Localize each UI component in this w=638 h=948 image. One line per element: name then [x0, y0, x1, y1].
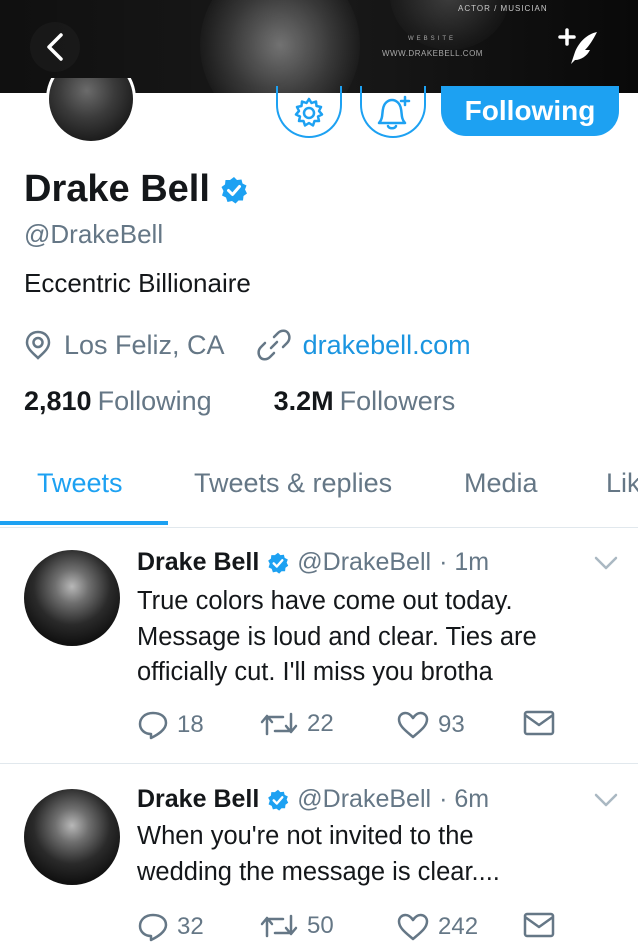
heart-icon [397, 711, 429, 739]
following-label: Following [97, 386, 212, 416]
tweet-text-line: Message is loud and clear. Ties are [137, 622, 537, 651]
tab-tweets-replies[interactable]: Tweets & replies [194, 468, 392, 499]
tweet-text-line: officially cut. I'll miss you brotha [137, 658, 493, 686]
location-pin-icon [25, 330, 51, 360]
reply-count: 18 [177, 711, 204, 738]
verified-badge-icon [268, 552, 289, 574]
tweet-author-name[interactable]: Drake Bell [137, 785, 259, 814]
tweet-timestamp: · 6m [439, 785, 490, 813]
reply-button[interactable]: 18 [137, 710, 204, 740]
tweet-avatar[interactable] [24, 550, 120, 646]
reply-icon [138, 711, 168, 740]
tweet-header: Drake Bell @DrakeBell · 1m [137, 548, 489, 577]
banner-site-label: WEBSITE [408, 36, 457, 42]
settings-button[interactable] [276, 86, 342, 138]
profile-bio: Eccentric Billionaire [24, 268, 251, 298]
reply-button[interactable]: 32 [137, 912, 204, 942]
chevron-down-icon[interactable] [594, 556, 618, 570]
like-button[interactable]: 242 [396, 912, 478, 942]
tweet-actions: 18 22 93 [137, 710, 617, 742]
retweet-icon [260, 712, 298, 736]
link-icon [256, 329, 291, 361]
tab-tweets[interactable]: Tweets [37, 468, 123, 499]
tweet-item[interactable]: Drake Bell @DrakeBell · 6m When you're n… [0, 765, 638, 948]
tweet-actions: 32 50 242 [137, 912, 617, 944]
tweet-text-line: True colors have come out today. [137, 587, 513, 615]
like-button[interactable]: 93 [396, 710, 465, 740]
banner-tagline: ACTOR / MUSICIAN [458, 4, 548, 13]
tweet-header: Drake Bell @DrakeBell · 6m [137, 785, 489, 814]
followers-label: Followers [339, 386, 456, 416]
verified-badge-icon [268, 789, 289, 811]
heart-icon [397, 913, 429, 941]
retweet-count: 50 [307, 912, 334, 939]
retweet-icon [260, 914, 298, 938]
envelope-icon [523, 912, 555, 938]
compose-tweet-button[interactable] [555, 22, 605, 72]
chevron-left-icon [47, 33, 63, 61]
tweet-author-handle[interactable]: @DrakeBell [297, 785, 431, 814]
profile-location: Los Feliz, CA [24, 330, 225, 361]
quill-plus-icon [558, 28, 597, 64]
verified-badge-icon [221, 176, 247, 203]
back-button[interactable] [30, 22, 80, 72]
profile-stats: 2,810 Following 3.2M Followers [24, 386, 455, 417]
envelope-icon [523, 710, 555, 736]
location-text: Los Feliz, CA [64, 329, 225, 360]
like-count: 242 [438, 913, 479, 940]
tab-likes[interactable]: Likes [606, 468, 638, 499]
reply-icon [138, 913, 168, 942]
profile-meta: Los Feliz, CA drakebell.com [24, 329, 471, 361]
profile-website[interactable]: drakebell.com [256, 329, 471, 361]
retweet-button[interactable]: 50 [259, 912, 334, 940]
chevron-down-icon[interactable] [594, 793, 618, 807]
display-name-text: Drake Bell [24, 168, 210, 210]
profile-avatar[interactable] [46, 78, 136, 146]
following-count: 2,810 [24, 386, 92, 416]
reply-count: 32 [177, 913, 204, 940]
tab-media[interactable]: Media [464, 468, 538, 499]
tweet-text: True colors have come out today. Message… [137, 584, 617, 691]
profile-handle: @DrakeBell [24, 219, 164, 249]
avatar-image [46, 78, 136, 144]
banner-site-url: WWW.DRAKEBELL.COM [382, 49, 483, 58]
tweet-text: When you're not invited to the wedding t… [137, 819, 617, 890]
direct-message-button[interactable] [523, 710, 555, 736]
tweet-avatar[interactable] [24, 789, 120, 885]
tweet-timestamp: · 1m [439, 548, 490, 576]
following-stat[interactable]: 2,810 Following [24, 386, 212, 417]
bell-plus-icon [377, 95, 411, 130]
retweet-count: 22 [307, 710, 334, 737]
tweet-author-handle[interactable]: @DrakeBell [297, 548, 431, 577]
following-button[interactable]: Following [441, 86, 619, 136]
followers-stat[interactable]: 3.2M Followers [274, 386, 456, 417]
profile-display-name: Drake Bell [24, 168, 248, 211]
website-link[interactable]: drakebell.com [303, 330, 471, 361]
like-count: 93 [438, 711, 465, 738]
active-tab-indicator [0, 521, 168, 525]
tweet-text-line: When you're not invited to the [137, 822, 474, 850]
tweet-text-line: wedding the message is clear.... [137, 857, 500, 886]
followers-count: 3.2M [273, 386, 334, 416]
retweet-button[interactable]: 22 [259, 710, 334, 738]
direct-message-button[interactable] [523, 912, 555, 938]
tweet-item[interactable]: Drake Bell @DrakeBell · 1m True colors h… [0, 528, 638, 764]
profile-tabs: Tweets Tweets & replies Media Likes [0, 466, 638, 528]
notifications-button[interactable] [360, 86, 426, 138]
gear-icon [294, 97, 324, 127]
tweet-author-name[interactable]: Drake Bell [137, 548, 259, 577]
